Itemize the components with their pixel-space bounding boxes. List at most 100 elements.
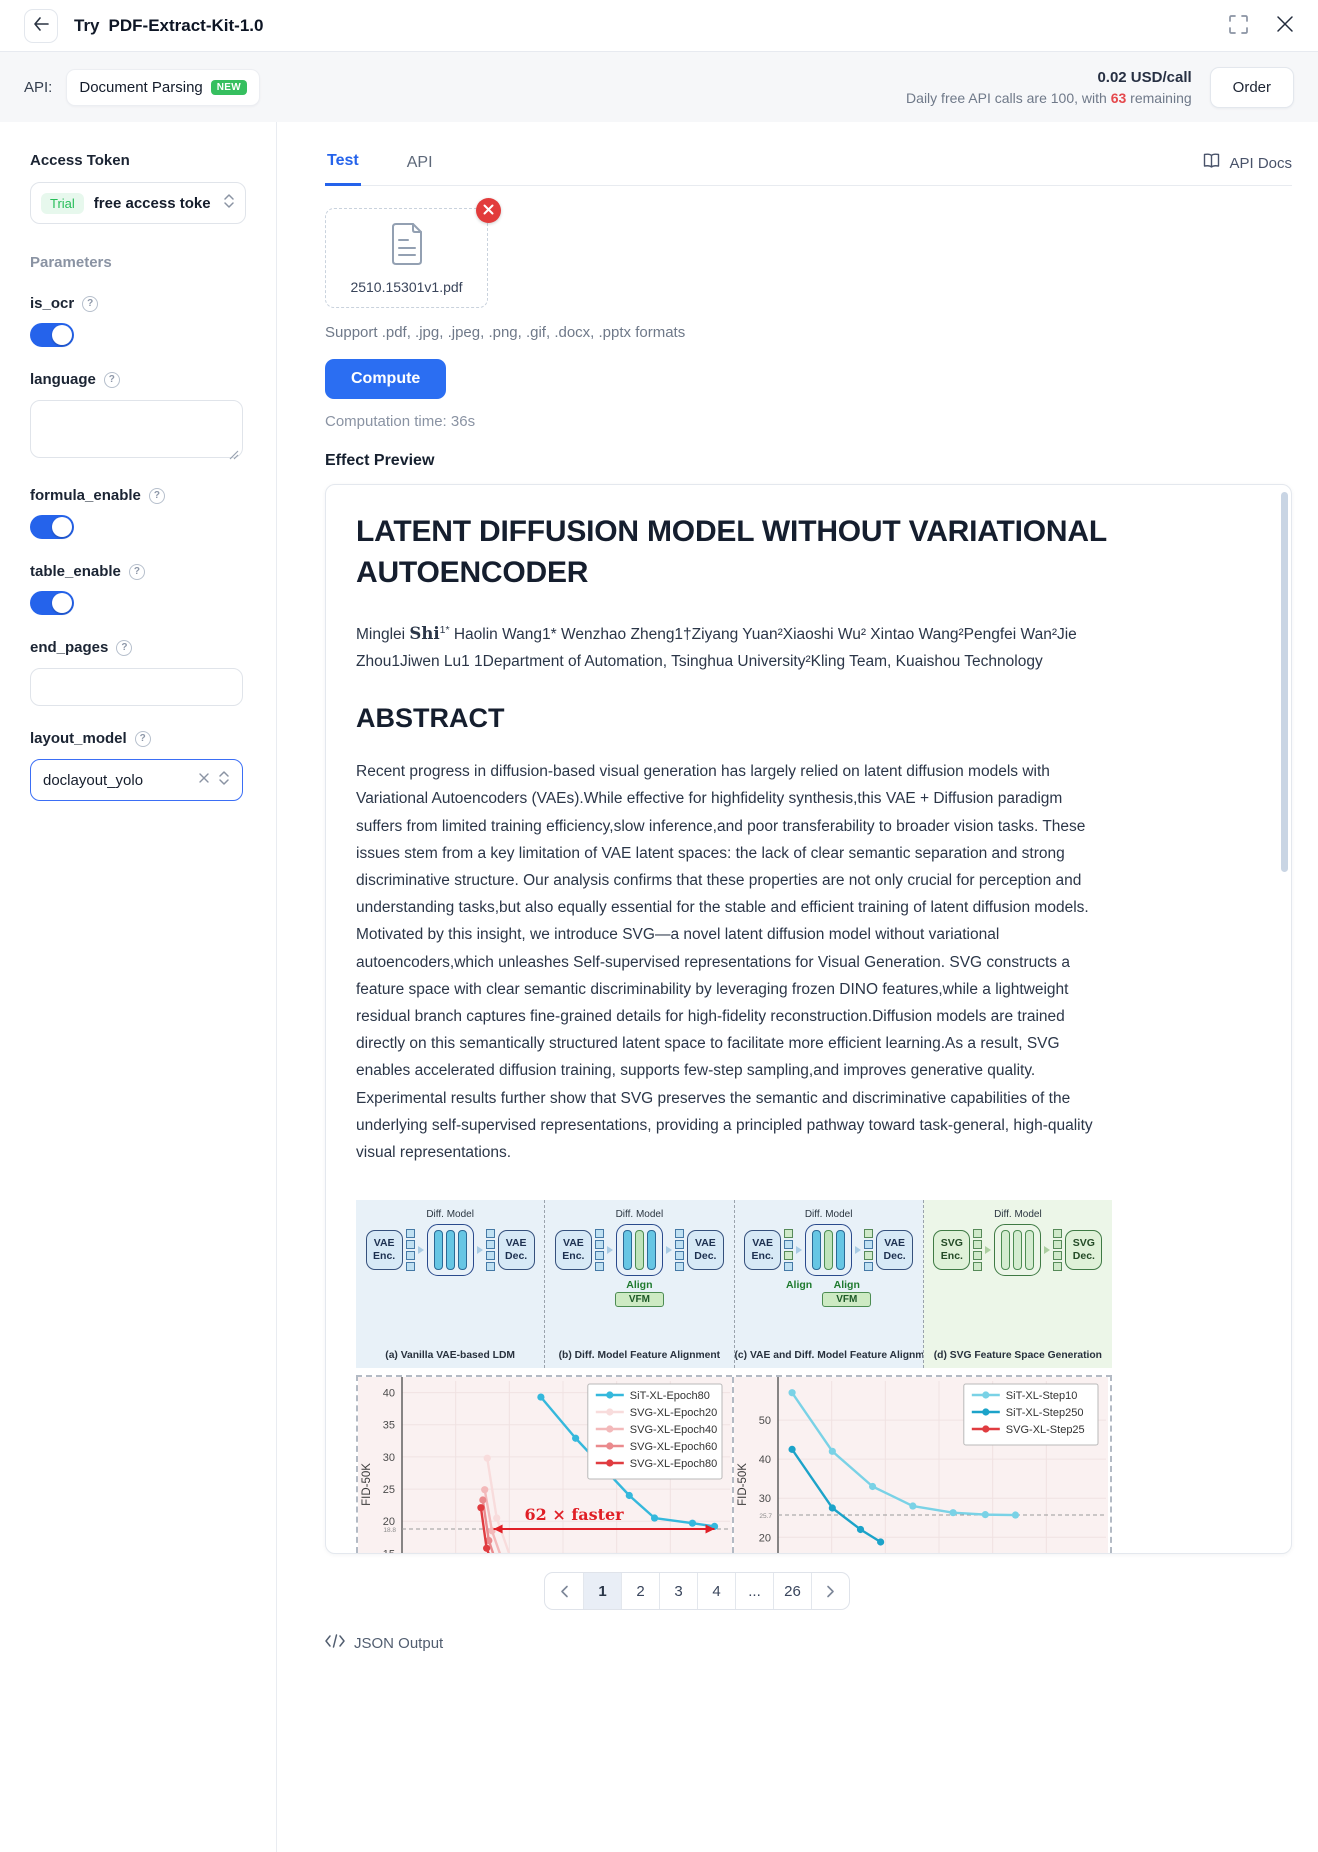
authors-shi: Shi [409,624,439,643]
fid-epochs-chart-wrap: 403530252015FID-50K18.862 × fasterSiT-XL… [358,1377,732,1553]
uploaded-file-card[interactable]: 2510.15301v1.pdf [325,208,488,308]
clear-icon[interactable] [198,771,210,789]
page-button-3[interactable]: 3 [659,1573,697,1609]
back-button[interactable] [24,9,58,43]
help-icon[interactable]: ? [129,564,145,580]
help-icon[interactable]: ? [116,640,132,656]
table-enable-toggle[interactable] [30,591,74,615]
param-label: is_ocr [30,295,74,312]
diff-model-label: Diff. Model [805,1209,853,1220]
figure-caption-a: (a) Vanilla VAE-based LDM [356,1350,544,1361]
window-title-prefix: Try [74,16,100,36]
remove-file-button[interactable] [476,198,501,223]
back-arrow-icon [33,17,49,34]
fid-steps-chart-wrap: 50403020FID-50K25.7SiT-XL-Step10SiT-XL-S… [732,1377,1108,1553]
window-title-name: PDF-Extract-Kit-1.0 [109,16,264,36]
latent-tokens [973,1229,982,1271]
svg-text:18.8: 18.8 [383,1527,396,1534]
api-selector[interactable]: Document Parsing NEW [66,69,260,106]
help-icon[interactable]: ? [104,372,120,388]
is-ocr-toggle[interactable] [30,323,74,347]
align-label: Align [834,1279,860,1291]
code-icon [325,1634,345,1652]
arrow-icon [985,1246,991,1254]
order-button[interactable]: Order [1210,67,1294,108]
fullscreen-icon [1229,15,1248,37]
parameters-label: Parameters [30,254,246,271]
json-output-label: JSON Output [354,1635,443,1652]
toggle-knob [52,593,72,613]
tab-test[interactable]: Test [325,146,361,186]
align-label: Align [786,1279,812,1291]
authors-shi-sup: 1* [440,624,450,636]
preview-scrollbar[interactable] [1281,492,1288,872]
abstract-text: Recent progress in diffusion-based visua… [356,758,1108,1166]
figure-panel-b: VAE Enc. Diff. Model VAE Dec. [544,1200,733,1368]
arrow-icon [855,1246,861,1254]
param-end-pages: end_pages ? [30,639,246,706]
vfm-box: VFM [615,1292,664,1307]
end-pages-input[interactable] [30,668,243,706]
access-token-select[interactable]: Trial free access toke [30,182,246,224]
api-docs-link[interactable]: API Docs [1202,153,1292,185]
price-per-call: 0.02 USD/call [906,69,1192,86]
vae-enc-box: VAE Enc. [744,1230,781,1270]
next-page-button[interactable] [811,1573,849,1609]
prev-page-button[interactable] [545,1573,583,1609]
quota-suffix: remaining [1126,90,1191,106]
page-button-1[interactable]: 1 [583,1573,621,1609]
svg-dec-box: SVG Dec. [1065,1230,1102,1270]
tab-api[interactable]: API [405,148,435,185]
fid-epochs-chart: 403530252015FID-50K18.862 × fasterSiT-XL… [358,1377,732,1553]
fullscreen-button[interactable] [1229,15,1248,37]
close-button[interactable] [1276,15,1294,36]
page-ellipsis[interactable]: ... [735,1573,773,1609]
help-icon[interactable]: ? [149,488,165,504]
formula-enable-toggle[interactable] [30,515,74,539]
parameters-sidebar: Access Token Trial free access toke Para… [0,122,277,1852]
param-label: end_pages [30,639,108,656]
effect-preview-panel: LATENT DIFFUSION MODEL WITHOUT VARIATION… [325,484,1292,1554]
layout-model-select[interactable]: doclayout_yolo [30,759,243,801]
document-icon [388,222,426,271]
arrow-icon [477,1246,483,1254]
toggle-knob [52,517,72,537]
svg-text:SVG-XL-Epoch20: SVG-XL-Epoch20 [630,1407,717,1419]
svg-text:SiT-XL-Step10: SiT-XL-Step10 [1006,1390,1078,1402]
svg-text:SiT-XL-Epoch80: SiT-XL-Epoch80 [630,1390,710,1402]
help-icon[interactable]: ? [135,731,151,747]
json-output-toggle[interactable]: JSON Output [325,1634,1292,1652]
align-label: Align [626,1279,652,1291]
quota-info: 0.02 USD/call Daily free API calls are 1… [906,69,1192,106]
param-label: layout_model [30,730,127,747]
trial-badge: Trial [41,193,84,214]
layout-model-value: doclayout_yolo [43,772,190,789]
window-title: Try PDF-Extract-Kit-1.0 [74,16,263,36]
page-button-26[interactable]: 26 [773,1573,811,1609]
arrow-icon [796,1246,802,1254]
help-icon[interactable]: ? [82,296,98,312]
language-textarea[interactable] [30,400,243,458]
abstract-heading: ABSTRACT [356,703,1116,734]
vae-dec-box: VAE Dec. [498,1230,535,1270]
param-layout-model: layout_model ? doclayout_yolo [30,730,246,801]
page-button-4[interactable]: 4 [697,1573,735,1609]
latent-tokens [784,1229,793,1271]
diff-model-box: Diff. Model [994,1224,1041,1276]
diff-model-box: Diff. Model [427,1224,474,1276]
svg-text:15: 15 [383,1549,395,1554]
param-language: language ? [30,371,246,463]
diff-model-label: Diff. Model [616,1209,664,1220]
svg-text:30: 30 [759,1493,771,1505]
tabs-row: Test API API Docs [325,146,1292,186]
vae-enc-box: VAE Enc. [555,1230,592,1270]
compute-button[interactable]: Compute [325,359,446,399]
chevron-updown-icon [223,193,235,214]
page-button-2[interactable]: 2 [621,1573,659,1609]
chevron-updown-icon [218,770,230,791]
paper-authors: Minglei Shi1* Haolin Wang1* Wenzhao Zhen… [356,617,1108,675]
figure-panel-d: SVG Enc. Diff. Model SVG Dec. [923,1200,1112,1368]
vae-dec-box: VAE Dec. [876,1230,913,1270]
parsed-paper: LATENT DIFFUSION MODEL WITHOUT VARIATION… [326,485,1116,1553]
param-formula-enable: formula_enable ? [30,487,246,539]
